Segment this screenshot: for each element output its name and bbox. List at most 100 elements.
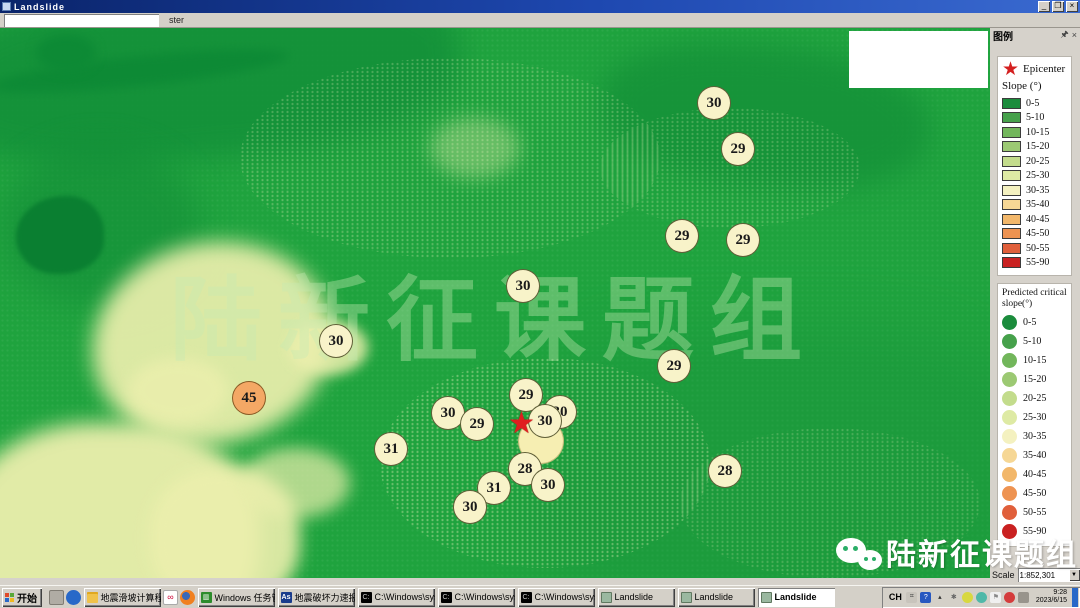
tray-clock[interactable]: 9:28 2023/6/15 xyxy=(1036,589,1067,605)
toolbar: ster xyxy=(0,13,1080,28)
clock-date: 2023/6/15 xyxy=(1036,597,1067,604)
slope-class-label: 55-90 xyxy=(1026,257,1049,268)
critical-class-label: 50-55 xyxy=(1023,507,1046,518)
app-icon xyxy=(2,2,11,11)
slope-class-swatch xyxy=(1002,141,1021,152)
taskbar-button[interactable]: Landslide xyxy=(598,588,675,607)
taskbar-button[interactable]: As地震破坏力速报... xyxy=(278,588,355,607)
critical-class-row: 30-35 xyxy=(1002,427,1068,446)
clock-green-icon[interactable] xyxy=(962,592,973,603)
firefox-icon[interactable] xyxy=(180,590,195,605)
epicenter-star-icon: ★ xyxy=(1002,61,1019,77)
slope-class-swatch xyxy=(1002,98,1021,109)
critical-class-label: 30-35 xyxy=(1023,431,1046,442)
slope-class-label: 40-45 xyxy=(1026,214,1049,225)
help-icon[interactable]: ? xyxy=(920,592,931,603)
slope-class-label: 0-5 xyxy=(1026,98,1039,109)
map-marker: 30 xyxy=(319,324,353,358)
taskbar-button-label: C:\Windows\sys... xyxy=(375,592,435,602)
slope-class-label: 15-20 xyxy=(1026,141,1049,152)
slope-class-label: 5-10 xyxy=(1026,112,1044,123)
flag-tray-icon[interactable]: ⚑ xyxy=(990,592,1001,603)
minimize-button[interactable]: _ xyxy=(1038,1,1050,12)
terrain-speckle xyxy=(600,108,860,228)
taskbar-button[interactable]: Landslide xyxy=(758,588,835,607)
printer-icon[interactable] xyxy=(49,590,64,605)
critical-class-circle-icon xyxy=(1002,372,1017,387)
close-button[interactable]: × xyxy=(1066,1,1078,12)
critical-class-label: 20-25 xyxy=(1023,393,1046,404)
taskbar-button[interactable]: 地震滑坡计算程... xyxy=(84,588,161,607)
legend-panel-title: 图例 xyxy=(993,28,1057,43)
blank-overlay-box xyxy=(849,31,988,88)
wechat-watermark-text: 陆新征课题组 xyxy=(886,536,1078,576)
taskbar-button-label: Landslide xyxy=(695,592,734,602)
panel-close-icon[interactable]: × xyxy=(1072,30,1077,40)
star-tray-icon[interactable]: ✱ xyxy=(948,592,959,603)
teal-tray-icon[interactable] xyxy=(976,592,987,603)
wechat-watermark: 陆新征课题组 xyxy=(834,536,1078,578)
terrain-speckle xyxy=(240,58,660,258)
circles-icon[interactable]: ∞ xyxy=(163,590,178,605)
show-desktop-edge[interactable] xyxy=(1072,588,1078,607)
map-marker: 29 xyxy=(726,223,760,257)
expand-icon[interactable]: ▴ xyxy=(934,592,945,603)
map-marker: 29 xyxy=(460,407,494,441)
critical-class-circle-icon xyxy=(1002,448,1017,463)
taskbar-button[interactable]: C:C:\Windows\sys... xyxy=(358,588,435,607)
record-red-icon[interactable] xyxy=(1004,592,1015,603)
map-marker: 30 xyxy=(506,269,540,303)
critical-class-label: 15-20 xyxy=(1023,374,1046,385)
critical-legend-title: Predicted critical slope(°) xyxy=(1002,288,1068,310)
taskbar-button[interactable]: C:C:\Windows\sys... xyxy=(518,588,595,607)
keyboard-icon[interactable]: ⌗ xyxy=(906,592,917,603)
slope-class-row: 45-50 xyxy=(1002,227,1068,242)
taskbar-button-label: 地震破坏力速报... xyxy=(295,591,355,604)
legend-panel-header: 图例 🖈 × xyxy=(990,28,1080,42)
cmd-icon: C: xyxy=(441,592,452,603)
taskbar-button[interactable]: Landslide xyxy=(678,588,755,607)
slope-class-row: 25-30 xyxy=(1002,169,1068,184)
critical-class-circle-icon xyxy=(1002,505,1017,520)
critical-classes: 0-55-1010-1515-2020-2525-3030-3535-4040-… xyxy=(1002,313,1068,541)
critical-class-row: 45-50 xyxy=(1002,484,1068,503)
slope-legend-title: Slope (°) xyxy=(1002,80,1068,92)
slope-class-row: 50-55 xyxy=(1002,241,1068,256)
slope-class-swatch xyxy=(1002,199,1021,210)
taskbar-button[interactable]: ▥Windows 任务管... xyxy=(198,588,275,607)
clock-time: 9:28 xyxy=(1053,589,1067,596)
taskbar-button-label: Landslide xyxy=(615,592,654,602)
critical-class-circle-icon xyxy=(1002,429,1017,444)
screen: Landslide _ ❐ × ster xyxy=(0,0,1080,608)
map-view[interactable]: 陆新征课题组 302929293030294529303030293128283… xyxy=(0,28,990,578)
map-marker: 29 xyxy=(665,219,699,253)
taskbar-button[interactable]: C:C:\Windows\sys... xyxy=(438,588,515,607)
critical-class-label: 5-10 xyxy=(1023,336,1041,347)
critical-class-label: 40-45 xyxy=(1023,469,1046,480)
landslide-icon xyxy=(601,592,612,603)
slope-class-row: 40-45 xyxy=(1002,212,1068,227)
system-tray: CH ⌗?▴✱ ⚑ 9:28 2023/6/15 xyxy=(882,587,1080,608)
wechat-logo-icon xyxy=(834,536,886,578)
start-button[interactable]: 开始 xyxy=(2,588,42,607)
gray-tray-icon[interactable] xyxy=(1018,592,1029,603)
slope-class-row: 55-90 xyxy=(1002,256,1068,271)
epicenter-legend-row: ★ Epicenter xyxy=(1002,61,1068,77)
river-bend xyxy=(36,34,96,72)
slope-classes: 0-55-1010-1515-2020-2525-3030-3535-4040-… xyxy=(1002,96,1068,270)
slope-class-swatch xyxy=(1002,127,1021,138)
window-title: Landslide xyxy=(14,2,1036,12)
epicenter-label: Epicenter xyxy=(1023,63,1065,75)
slope-class-label: 25-30 xyxy=(1026,170,1049,181)
slope-class-row: 30-35 xyxy=(1002,183,1068,198)
landslide-icon xyxy=(681,592,692,603)
slope-class-row: 20-25 xyxy=(1002,154,1068,169)
maximize-button[interactable]: ❐ xyxy=(1052,1,1064,12)
language-indicator[interactable]: CH xyxy=(889,592,902,602)
pin-icon[interactable]: 🖈 xyxy=(1060,27,1068,43)
layer-combobox[interactable] xyxy=(4,14,159,27)
media-player-icon[interactable] xyxy=(66,590,81,605)
slope-class-label: 10-15 xyxy=(1026,127,1049,138)
map-marker: 30 xyxy=(697,86,731,120)
critical-class-circle-icon xyxy=(1002,391,1017,406)
